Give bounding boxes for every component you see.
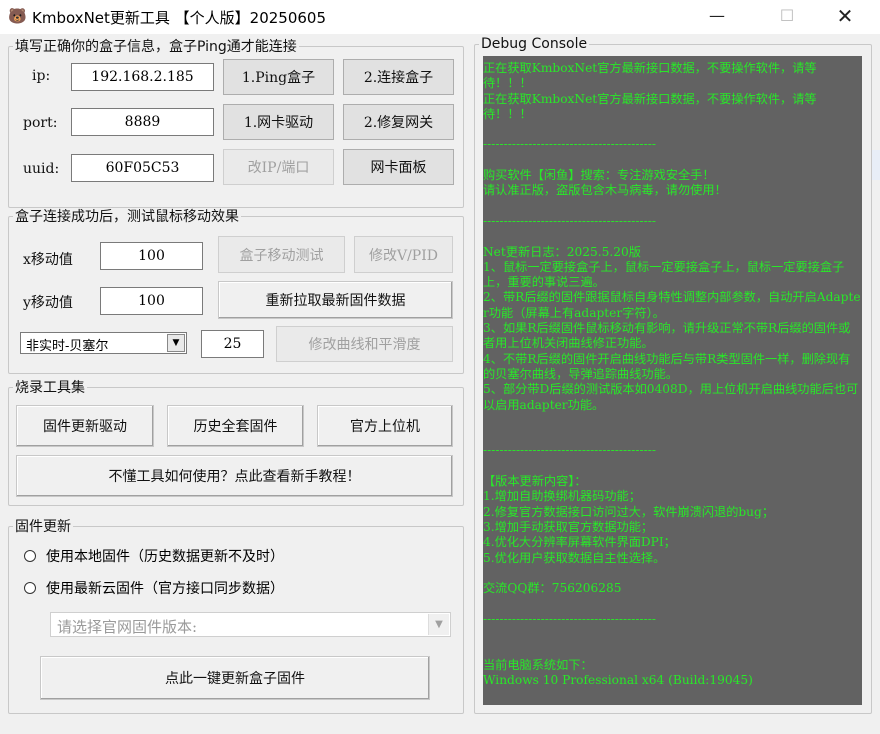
mouse-test-legend: 盒子连接成功后，测试鼠标移动效果	[15, 209, 239, 225]
official-host-button[interactable]: 官方上位机	[317, 405, 453, 447]
modify-vpid-button[interactable]: 修改V/PID	[354, 236, 453, 273]
console-line: 1、鼠标一定要接盒子上，鼠标一定要接盒子上，鼠标一定要接盒子上，重要的事说三遍。	[483, 259, 845, 290]
console-line: ----------------------------------------…	[483, 703, 862, 705]
firmware-version-placeholder: 请选择官网固件版本:	[57, 618, 198, 636]
console-line: ----------------------------------------…	[483, 443, 656, 458]
console-line: 正在获取KmboxNet官方最新接口数据，不要操作软件，请等待！！！	[483, 61, 817, 91]
console-line: 当前电脑系统如下：	[483, 657, 593, 672]
console-line: 5、部分带D后缀的测试版本如0408D，用上位机开启曲线功能后也可以启用adap…	[483, 382, 859, 412]
console-line: 2、带R后缀的固件跟据鼠标自身特性调整内部参数，自动开启Adapter功能（屏幕…	[483, 290, 861, 320]
console-line: 正在获取KmboxNet官方最新接口数据，不要操作软件，请等待！！！	[483, 91, 817, 121]
console-line: 4、不带R后缀的固件开启曲线功能后与带R类型固件一样，删除现有的贝塞尔曲线，导弹…	[483, 351, 851, 381]
app-icon: 🐻	[8, 7, 27, 25]
connect-box-button[interactable]: 2.连接盒子	[343, 59, 454, 95]
change-ip-port-button[interactable]: 改IP/端口	[223, 149, 334, 185]
console-line: 5.优化用户获取数据自主性选择。	[483, 550, 666, 565]
ping-box-button[interactable]: 1.Ping盒子	[223, 59, 334, 95]
dropdown-arrow-icon[interactable]: ▼	[428, 614, 449, 635]
one-click-update-button[interactable]: 点此一键更新盒子固件	[40, 656, 430, 700]
console-line: 4.优化大分辨率屏幕软件界面DPI；	[483, 535, 676, 550]
port-label: port:	[23, 115, 58, 131]
x-move-input[interactable]: 100	[100, 242, 203, 270]
fix-gateway-button[interactable]: 2.修复网关	[343, 104, 454, 140]
console-line: Windows 10 Professional x64 (Build:19045…	[483, 672, 753, 687]
radio-circle-icon[interactable]	[24, 550, 36, 562]
firmware-update-legend: 固件更新	[15, 519, 71, 535]
console-line: 请认准正版，盗版包含木马病毒，请勿使用！	[483, 183, 727, 198]
app-window: 🐻 KmboxNet更新工具 【个人版】20250605 — ☐ ✕ 填写正确你…	[0, 0, 880, 734]
tutorial-button[interactable]: 不懂工具如何使用？点此查看新手教程！	[16, 455, 453, 497]
minimize-button[interactable]: —	[694, 0, 740, 34]
ip-input[interactable]: 192.168.2.185	[71, 63, 214, 91]
debug-console-legend: Debug Console	[481, 36, 588, 52]
box-info-legend: 填写正确你的盒子信息，盒子Ping通才能连接	[15, 39, 297, 55]
console-line: 2.修复官方数据接口访问过大，软件崩溃闪退的bug；	[483, 504, 775, 519]
history-firmware-button[interactable]: 历史全套固件	[167, 405, 304, 447]
console-line: 【版本更新内容】：	[483, 474, 587, 489]
console-line: 购买软件【闲鱼】搜索：专注游戏安全手！	[483, 168, 715, 183]
window-title: KmboxNet更新工具 【个人版】20250605	[32, 9, 327, 27]
console-line: 3、如果R后缀固件鼠标移动有影响，请升级正常不带R后缀的固件或者用上位机关闭曲线…	[483, 321, 851, 351]
console-line: Net更新日志：2025.5.20版	[483, 244, 641, 259]
uuid-input[interactable]: 60F05C53	[71, 154, 214, 182]
console-line: ----------------------------------------…	[483, 611, 656, 626]
flash-tools-legend: 烧录工具集	[15, 380, 85, 396]
curve-select[interactable]: 非实时-贝塞尔 ▼	[20, 332, 187, 354]
console-line: 交流QQ群：756206285	[483, 581, 622, 596]
console-line: ----------------------------------------…	[483, 137, 656, 152]
modify-curve-button[interactable]: 修改曲线和平滑度	[276, 326, 453, 362]
cloud-firmware-label: 使用最新云固件（官方接口同步数据）	[46, 581, 284, 597]
console-line: 1.增加自助换绑机器码功能；	[483, 489, 641, 504]
maximize-button[interactable]: ☐	[764, 0, 810, 34]
background-window-fragment	[872, 150, 880, 180]
box-move-test-button[interactable]: 盒子移动测试	[218, 236, 345, 273]
nic-driver-button[interactable]: 1.网卡驱动	[223, 104, 334, 140]
y-move-label: y移动值	[23, 295, 73, 311]
x-move-label: x移动值	[23, 252, 73, 268]
radio-circle-icon[interactable]	[24, 582, 36, 594]
ip-label: ip:	[32, 68, 51, 84]
console-line: ----------------------------------------…	[483, 213, 656, 228]
smoothness-input[interactable]: 25	[201, 330, 264, 358]
local-firmware-label: 使用本地固件（历史数据更新不及时）	[46, 549, 284, 565]
uuid-label: uuid:	[23, 161, 60, 177]
nic-panel-button[interactable]: 网卡面板	[343, 149, 454, 185]
port-input[interactable]: 8889	[71, 108, 214, 136]
console-lines: 正在获取KmboxNet官方最新接口数据，不要操作软件，请等待！！！ 正在获取Km…	[483, 56, 862, 705]
firmware-driver-button[interactable]: 固件更新驱动	[16, 405, 154, 447]
curve-select-value: 非实时-贝塞尔	[26, 339, 109, 354]
local-firmware-radio[interactable]: 使用本地固件（历史数据更新不及时）	[24, 546, 284, 566]
refetch-firmware-button[interactable]: 重新拉取最新固件数据	[218, 281, 453, 319]
y-move-input[interactable]: 100	[100, 287, 203, 315]
close-button[interactable]: ✕	[822, 0, 868, 34]
debug-console-output[interactable]: 正在获取KmboxNet官方最新接口数据，不要操作软件，请等待！！！ 正在获取Km…	[483, 56, 862, 705]
dropdown-arrow-icon[interactable]: ▼	[167, 334, 185, 352]
title-bar[interactable]: 🐻 KmboxNet更新工具 【个人版】20250605 — ☐ ✕	[0, 0, 880, 34]
console-line: 3.增加手动获取官方数据功能；	[483, 519, 654, 534]
firmware-version-select[interactable]: 请选择官网固件版本: ▼	[50, 612, 451, 637]
cloud-firmware-radio[interactable]: 使用最新云固件（官方接口同步数据）	[24, 578, 284, 598]
